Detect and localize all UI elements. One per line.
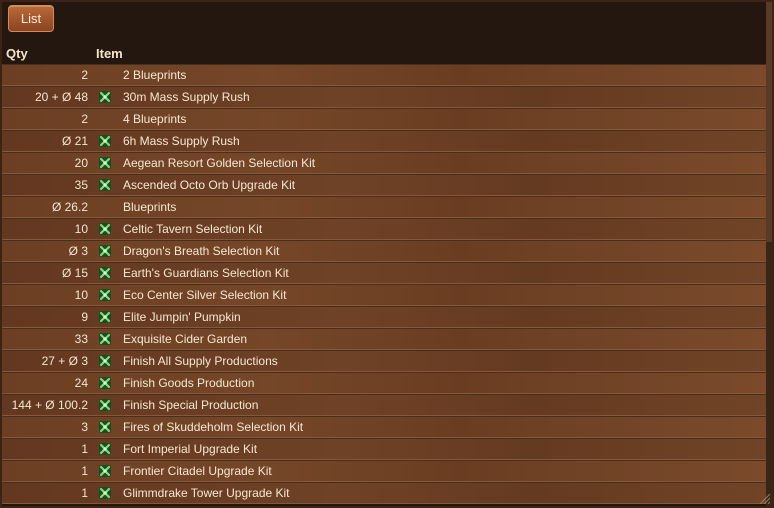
table-row[interactable]: 33 Exquisite Cider Garden: [2, 328, 766, 350]
table-row[interactable]: Ø 21 6h Mass Supply Rush: [2, 130, 766, 152]
list-button[interactable]: List: [8, 5, 54, 32]
item-name: Blueprints: [123, 200, 177, 214]
qty-cell: 10: [74, 222, 88, 236]
table-row[interactable]: 35 Ascended Octo Orb Upgrade Kit: [2, 174, 766, 196]
green-puzzle-icon: [99, 289, 111, 301]
qty-cell: 2: [81, 112, 88, 126]
qty-cell: 35: [74, 178, 88, 192]
table-row[interactable]: 144 + Ø 100.2 Finish Special Production: [2, 394, 766, 416]
qty-cell: 24: [74, 376, 88, 390]
table-row[interactable]: 24 Finish Goods Production: [2, 372, 766, 394]
qty-cell: 1: [81, 442, 88, 456]
resize-grip-icon[interactable]: [760, 494, 770, 504]
green-puzzle-icon: [99, 333, 111, 345]
qty-cell: 20: [74, 156, 88, 170]
table-row[interactable]: 3 Fires of Skuddeholm Selection Kit: [2, 416, 766, 438]
green-puzzle-icon: [99, 443, 111, 455]
table-row[interactable]: 20 Aegean Resort Golden Selection Kit: [2, 152, 766, 174]
qty-cell: 3: [81, 420, 88, 434]
item-name: Earth's Guardians Selection Kit: [123, 266, 289, 280]
table-row[interactable]: 1 Fort Imperial Upgrade Kit: [2, 438, 766, 460]
item-name: Elite Jumpin' Pumpkin: [123, 310, 241, 324]
table-row[interactable]: 27 + Ø 3 Finish All Supply Productions: [2, 350, 766, 372]
table-row[interactable]: 20 + Ø 48 30m Mass Supply Rush: [2, 86, 766, 108]
table-row[interactable]: 10 Eco Center Silver Selection Kit: [2, 284, 766, 306]
qty-cell: 1: [81, 486, 88, 500]
qty-cell: Ø 15: [61, 266, 88, 280]
green-puzzle-icon: [99, 421, 111, 433]
table-row[interactable]: Ø 15 Earth's Guardians Selection Kit: [2, 262, 766, 284]
item-name: 6h Mass Supply Rush: [123, 134, 240, 148]
item-name: Eco Center Silver Selection Kit: [123, 288, 287, 302]
qty-cell: Ø 26.2: [51, 200, 88, 214]
green-puzzle-icon: [99, 245, 111, 257]
item-name: 4 Blueprints: [123, 112, 187, 126]
item-list: 2 2 Blueprints 20 + Ø 48 30m Mass Supply Ru…: [2, 64, 766, 506]
table-row[interactable]: 9 Elite Jumpin' Pumpkin: [2, 306, 766, 328]
item-name: 30m Mass Supply Rush: [123, 90, 250, 104]
green-puzzle-icon: [99, 311, 111, 323]
item-name: 2 Blueprints: [123, 68, 187, 82]
item-name: Finish All Supply Productions: [123, 354, 278, 368]
table-row[interactable]: 2 2 Blueprints: [2, 64, 766, 86]
qty-cell: 9: [81, 310, 88, 324]
green-puzzle-icon: [99, 223, 111, 235]
table-row[interactable]: Ø 3 Dragon's Breath Selection Kit: [2, 240, 766, 262]
column-header-qty[interactable]: Qty: [6, 46, 28, 61]
table-row[interactable]: 1 Glimmdrake Tower Upgrade Kit: [2, 482, 766, 504]
inventory-panel: List Qty Item 2 2 Blueprints 20 + Ø 48 30m …: [0, 0, 774, 508]
qty-cell: 27 + Ø 3: [41, 354, 88, 368]
table-row[interactable]: Ø 26.2 Blueprints: [2, 196, 766, 218]
green-puzzle-icon: [99, 91, 111, 103]
item-name: Glimmdrake Tower Upgrade Kit: [123, 486, 290, 500]
qty-cell: 20 + Ø 48: [34, 90, 88, 104]
green-puzzle-icon: [99, 135, 111, 147]
item-name: Dragon's Breath Selection Kit: [123, 244, 280, 258]
scrollbar-thumb[interactable]: [766, 2, 772, 242]
column-header-item[interactable]: Item: [96, 46, 123, 61]
qty-cell: 33: [74, 332, 88, 346]
qty-cell: 1: [81, 464, 88, 478]
table-row[interactable]: 1 Frontier Citadel Upgrade Kit: [2, 460, 766, 482]
green-puzzle-icon: [99, 399, 111, 411]
green-puzzle-icon: [99, 377, 111, 389]
qty-cell: 144 + Ø 100.2: [11, 398, 88, 412]
panel-header: List Qty Item: [2, 2, 772, 64]
qty-cell: Ø 21: [61, 134, 88, 148]
item-name: Fort Imperial Upgrade Kit: [123, 442, 258, 456]
qty-cell: 2: [81, 68, 88, 82]
item-name: Exquisite Cider Garden: [123, 332, 248, 346]
scrollbar-track[interactable]: [766, 2, 772, 506]
qty-cell: Ø 3: [68, 244, 88, 258]
item-name: Finish Goods Production: [123, 376, 255, 390]
green-puzzle-icon: [99, 157, 111, 169]
green-puzzle-icon: [99, 487, 111, 499]
qty-cell: 10: [74, 288, 88, 302]
table-row[interactable]: 10 Celtic Tavern Selection Kit: [2, 218, 766, 240]
item-name: Aegean Resort Golden Selection Kit: [123, 156, 316, 170]
green-puzzle-icon: [99, 465, 111, 477]
green-puzzle-icon: [99, 179, 111, 191]
green-puzzle-icon: [99, 355, 111, 367]
green-puzzle-icon: [99, 267, 111, 279]
item-name: Frontier Citadel Upgrade Kit: [123, 464, 272, 478]
table-row[interactable]: 2 4 Blueprints: [2, 108, 766, 130]
item-name: Finish Special Production: [123, 398, 259, 412]
item-name: Ascended Octo Orb Upgrade Kit: [123, 178, 296, 192]
item-name: Fires of Skuddeholm Selection Kit: [123, 420, 304, 434]
item-name: Celtic Tavern Selection Kit: [123, 222, 263, 236]
